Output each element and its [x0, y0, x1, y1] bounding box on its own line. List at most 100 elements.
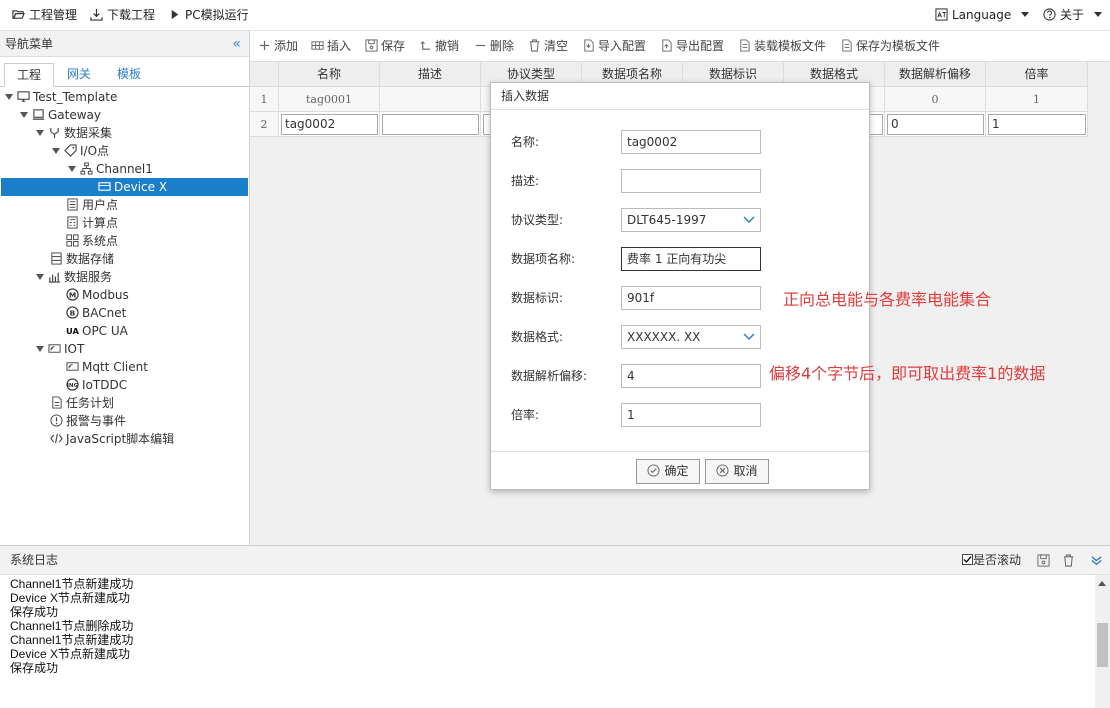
- collapse-left-icon[interactable]: «: [232, 31, 241, 57]
- protocol-select[interactable]: DLT645-1997: [621, 208, 761, 232]
- svg-text:B: B: [70, 308, 76, 317]
- save-button[interactable]: 保存: [365, 31, 405, 62]
- cell-name-editor[interactable]: tag0002: [281, 114, 378, 135]
- scrollbar-thumb[interactable]: [1097, 623, 1108, 667]
- delete-button[interactable]: 删除: [474, 31, 514, 62]
- pc-simulation-menu[interactable]: PC模拟运行: [168, 0, 249, 31]
- autoscroll-toggle[interactable]: 是否滚动: [962, 546, 1021, 575]
- tree-node-root[interactable]: Test_Template: [5, 88, 117, 106]
- import-config-button[interactable]: 导入配置: [582, 31, 646, 62]
- load-template-button[interactable]: 装载模板文件: [738, 31, 826, 62]
- undo-icon: [420, 41, 431, 50]
- collapse-down-icon[interactable]: [1090, 554, 1103, 567]
- cell-offset-editor[interactable]: 0: [887, 114, 984, 135]
- name-label: 名称:: [511, 135, 540, 149]
- tree-node-iot[interactable]: IOT: [36, 340, 84, 358]
- check-circle-icon: [647, 464, 661, 477]
- tree-node-calc-points[interactable]: 计算点: [66, 214, 118, 232]
- expand-caret-icon[interactable]: [20, 112, 28, 118]
- expand-caret-icon[interactable]: [36, 130, 44, 136]
- tree-node-js-editor[interactable]: JavaScript脚本编辑: [50, 430, 174, 448]
- expand-caret-icon[interactable]: [36, 346, 44, 352]
- tree-node-data-storage[interactable]: 数据存储: [50, 250, 114, 268]
- dialog-title: 插入数据: [491, 83, 869, 110]
- tab-project[interactable]: 工程: [4, 63, 54, 87]
- tree-node-tasks[interactable]: 任务计划: [50, 394, 114, 412]
- cell-desc[interactable]: [380, 87, 481, 112]
- column-header[interactable]: 倍率: [986, 62, 1088, 87]
- undo-button[interactable]: 撤销: [419, 31, 459, 62]
- expand-caret-icon[interactable]: [52, 148, 60, 154]
- cell-offset: 0: [885, 112, 986, 137]
- tree-label: 系统点: [82, 234, 119, 248]
- row-index: 1: [250, 87, 279, 112]
- data-id-label: 数据标识:: [511, 291, 564, 305]
- scroll-up-icon[interactable]: [1098, 581, 1106, 586]
- clear-label: 清空: [544, 39, 569, 53]
- project-mgmt-label: 工程管理: [29, 8, 78, 22]
- offset-input[interactable]: 4: [621, 364, 761, 388]
- mqtt-icon: [66, 362, 79, 371]
- save-log-icon[interactable]: [1037, 554, 1050, 567]
- cancel-button[interactable]: 取消: [705, 459, 769, 484]
- tree-label: 数据采集: [64, 126, 113, 140]
- save-label: 保存: [381, 39, 406, 53]
- item-name-input[interactable]: 费率 1 正向有功尖: [621, 247, 761, 271]
- rate-label: 倍率:: [511, 408, 540, 422]
- tree-node-io-points[interactable]: I/O点: [52, 142, 109, 160]
- data-id-input[interactable]: 901f: [621, 286, 761, 310]
- cell-rate[interactable]: 1: [986, 87, 1088, 112]
- expand-caret-icon[interactable]: [68, 166, 76, 172]
- cell-offset[interactable]: 0: [885, 87, 986, 112]
- export-config-button[interactable]: 导出配置: [660, 31, 724, 62]
- rate-input[interactable]: 1: [621, 403, 761, 427]
- tree-node-opcua[interactable]: UA OPC UA: [66, 322, 128, 340]
- column-header[interactable]: 名称: [279, 62, 380, 87]
- about-menu[interactable]: 关于: [1043, 0, 1102, 31]
- tree-node-bacnet[interactable]: B BACnet: [66, 304, 126, 322]
- tab-gateway[interactable]: 网关: [56, 63, 102, 87]
- import-file-icon: [584, 39, 594, 52]
- language-menu[interactable]: Language: [935, 0, 1030, 31]
- tree-node-alarms[interactable]: 报警与事件: [50, 412, 126, 430]
- template-file-icon: [740, 39, 750, 52]
- tree-node-device[interactable]: Device X: [1, 178, 248, 196]
- clear-button[interactable]: 清空: [528, 31, 568, 62]
- download-project-menu[interactable]: 下载工程: [90, 0, 155, 31]
- clear-log-icon[interactable]: [1062, 554, 1075, 567]
- tree-node-data-service[interactable]: 数据服务: [36, 268, 112, 286]
- cell-desc-editor[interactable]: [382, 114, 479, 135]
- expand-caret-icon[interactable]: [36, 274, 44, 280]
- iotddc-icon: ING: [66, 378, 79, 391]
- tab-template[interactable]: 模板: [106, 63, 152, 87]
- save-template-button[interactable]: 保存为模板文件: [840, 31, 940, 62]
- expand-caret-icon[interactable]: [5, 94, 13, 100]
- insert-button[interactable]: 插入: [311, 31, 351, 62]
- log-scrollbar[interactable]: [1095, 575, 1110, 708]
- bacnet-icon: B: [66, 306, 79, 319]
- tree-node-mqtt[interactable]: Mqtt Client: [66, 358, 148, 376]
- tree-node-sys-points[interactable]: 系统点: [66, 232, 118, 250]
- cell-name[interactable]: tag0001: [279, 87, 380, 112]
- item-name-label: 数据项名称:: [511, 252, 576, 266]
- column-header[interactable]: 描述: [380, 62, 481, 87]
- cell-rate-editor[interactable]: 1: [988, 114, 1086, 135]
- name-input[interactable]: tag0002: [621, 130, 761, 154]
- checkbox-checked-icon[interactable]: [962, 554, 973, 565]
- confirm-button[interactable]: 确定: [636, 459, 700, 484]
- project-mgmt-menu[interactable]: 工程管理: [12, 0, 77, 31]
- item-name-row: 数据项名称: 费率 1 正向有功尖: [491, 247, 871, 271]
- tree-node-gateway[interactable]: Gateway: [20, 106, 101, 124]
- tree-node-iotddc[interactable]: ING IoTDDC: [66, 376, 127, 394]
- tree-node-user-points[interactable]: 用户点: [66, 196, 118, 214]
- grid-toolbar: 添加 插入 保存 撤销 删除 清空 导入配置 导出配置 装载模板文件 保存为模板…: [250, 31, 1110, 62]
- minus-icon: [475, 44, 486, 47]
- format-select[interactable]: XXXXXX. XX: [621, 325, 761, 349]
- add-button[interactable]: 添加: [258, 31, 298, 62]
- column-header[interactable]: 数据解析偏移: [885, 62, 986, 87]
- desc-input[interactable]: [621, 169, 761, 193]
- tree-node-data-collect[interactable]: 数据采集: [36, 124, 112, 142]
- tree-node-channel[interactable]: Channel1: [68, 160, 153, 178]
- tree-node-modbus[interactable]: M Modbus: [66, 286, 129, 304]
- log-title: 系统日志: [10, 553, 59, 567]
